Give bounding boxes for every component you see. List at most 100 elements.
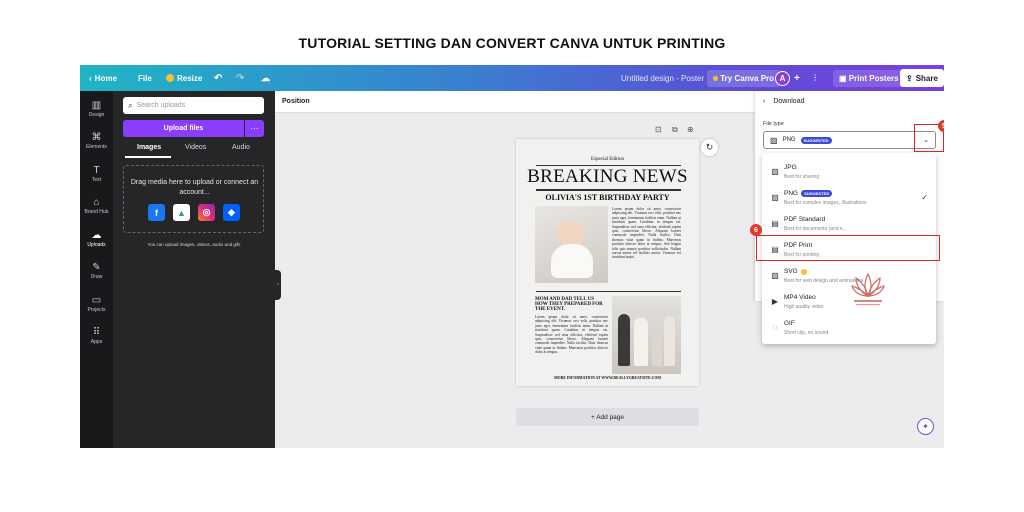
suggested-badge: SUGGESTED [800,136,832,144]
add-member-icon[interactable]: + [794,65,800,91]
file-type-select[interactable]: ▨ PNG SUGGESTED ⌄ [763,131,936,149]
image-icon: ▨ [771,167,779,176]
document-icon: ▤ [771,219,779,228]
chevron-left-icon: ‹ [89,73,92,83]
search-input[interactable]: ⌕ Search uploads [123,97,264,114]
redo-icon[interactable]: ↷ [236,65,244,91]
sidebar-item-apps[interactable]: ⠿ Apps [80,326,113,345]
dropbox-icon[interactable]: ◆ [223,204,240,221]
duplicate-page-icon[interactable]: ⧉ [672,125,678,135]
sidebar-item-projects[interactable]: ▭ Projects [80,294,113,313]
upload-files-button[interactable]: Upload files [123,120,244,137]
highlight-box-step6 [756,235,940,261]
search-icon: ⌕ [128,100,133,110]
add-page-button[interactable]: + Add page [516,408,699,426]
magic-sparkle-icon[interactable]: ✦ [917,418,934,435]
step-5-marker: 5 [938,120,944,132]
top-bar: ‹ Home File Resize ↶ ↷ ☁ Untitled design… [80,65,944,91]
sidebar-item-elements[interactable]: ⌘ Elements [80,131,113,150]
uploads-panel: ⌕ Search uploads Upload files ··· Images… [113,91,275,448]
option-gif[interactable]: ◌ GIF Short clip, no sound [762,315,936,341]
canva-app: ‹ Home File Resize ↶ ↷ ☁ Untitled design… [80,65,944,448]
image-icon: ▨ [771,271,779,280]
grid-icon: ⠿ [92,327,101,338]
poster-feature-text: Lorem ipsum dolor sit amet, consectetur … [535,315,608,355]
file-type-label: File type [763,121,784,127]
option-jpg[interactable]: ▨ JPG Best for sharing [762,159,936,185]
crown-icon [800,268,807,275]
lock-icon[interactable]: ⊡ [655,125,662,134]
suggested-badge: SUGGESTED [801,190,833,197]
cloud-upload-icon: ☁ [91,230,102,241]
option-mp4[interactable]: ▶ MP4 Video High quality video [762,289,936,315]
poster-rule [536,189,681,191]
file-menu[interactable]: File [138,65,152,91]
shapes-icon: ⌘ [91,132,102,143]
sidebar-item-brand-hub[interactable]: ⌂ Brand Hub [80,196,113,215]
undo-icon[interactable]: ↶ [214,65,222,91]
try-pro-button[interactable]: Try Canva Pro [707,65,781,91]
back-chevron-icon[interactable]: ‹ [763,98,765,105]
analytics-icon[interactable]: ⫶ [814,65,816,91]
folder-icon: ▭ [91,295,102,306]
text-icon: T [93,165,100,176]
home-button[interactable]: ‹ Home [89,65,117,91]
print-posters-button[interactable]: ▣ Print Posters [833,65,905,91]
image-icon: ▨ [770,135,778,145]
poster-headline: BREAKING NEWS [527,166,688,187]
upload-note: You can upload images, videos, audio and… [147,242,241,247]
print-icon: ▣ [839,73,847,83]
position-button[interactable]: Position [282,98,310,105]
poster-body-text: Lorem ipsum dolor sit amet, consectetur … [612,207,681,260]
google-drive-icon[interactable]: ▲ [173,204,190,221]
tab-images[interactable]: Images [137,144,161,151]
add-page-icon[interactable]: ⊕ [687,125,694,134]
share-button[interactable]: ⇪ Share [900,65,944,91]
sidebar-item-draw[interactable]: ✎ Draw [80,261,113,280]
poster-footer: MORE INFORMATION AT WWW.REALLYGREATSITE.… [554,376,661,380]
video-icon: ▶ [771,297,779,306]
baby-photo [535,206,608,283]
family-photo [612,296,681,374]
image-icon: ▨ [771,193,779,202]
poster-subheadline: OLIVIA'S 1ST BIRTHDAY PARTY [545,193,670,202]
tab-audio[interactable]: Audio [232,144,250,151]
sidebar-item-design[interactable]: ▥ Design [80,99,113,118]
upload-dropzone[interactable]: Drag media here to upload or connect an … [123,165,264,233]
step-6-marker: 6 [750,224,762,236]
layout-icon: ▥ [91,100,102,111]
facebook-icon[interactable]: f [148,204,165,221]
refresh-icon[interactable]: ↻ [701,139,718,156]
lotus-logo-watermark [851,272,885,306]
instagram-icon[interactable]: ◎ [198,204,215,221]
checkmark-icon: ✓ [921,193,928,202]
account-avatar[interactable]: A [775,65,790,91]
option-pdf-standard[interactable]: ▤ PDF Standard Best for documents (and e… [762,211,936,237]
active-tab-indicator [125,156,171,158]
gif-icon: ◌ [772,323,778,332]
briefcase-icon: ⌂ [93,197,100,208]
option-svg[interactable]: ▨ SVG Best for web design and animations [762,263,936,289]
share-icon: ⇪ [906,73,913,83]
download-title: Download [773,98,805,105]
pen-icon: ✎ [92,262,101,273]
tab-videos[interactable]: Videos [185,144,206,151]
design-title[interactable]: Untitled design - Poster [621,65,704,91]
resize-button[interactable]: Resize [166,65,202,91]
poster-rule [536,291,681,292]
left-sidebar: ▥ Design ⌘ Elements T Text ⌂ Brand Hub ☁ Uplo… [80,91,113,448]
crown-icon [166,74,174,82]
cloud-save-icon[interactable]: ☁ [261,65,270,91]
option-png[interactable]: ▨ PNG SUGGESTED Best for complex images, … [762,185,936,211]
poster-edition: Especial Edition [591,157,624,162]
page-title: TUTORIAL SETTING DAN CONVERT CANVA UNTUK… [298,35,726,51]
more-options-button[interactable]: ··· [245,120,264,137]
dropzone-text: Drag media here to upload or connect an … [130,179,259,196]
poster-feature-heading: MOM AND DAD TELL US HOW THEY PREPARED FO… [535,297,603,312]
chevron-left-icon: ‹ [277,282,279,288]
sidebar-item-text[interactable]: T Text [80,164,113,183]
poster-canvas[interactable]: Especial Edition BREAKING NEWS OLIVIA'S … [516,139,699,386]
collapse-panel-handle[interactable]: ‹ [275,270,281,300]
sidebar-item-uploads[interactable]: ☁ Uploads [80,229,113,248]
crown-icon [713,75,718,81]
